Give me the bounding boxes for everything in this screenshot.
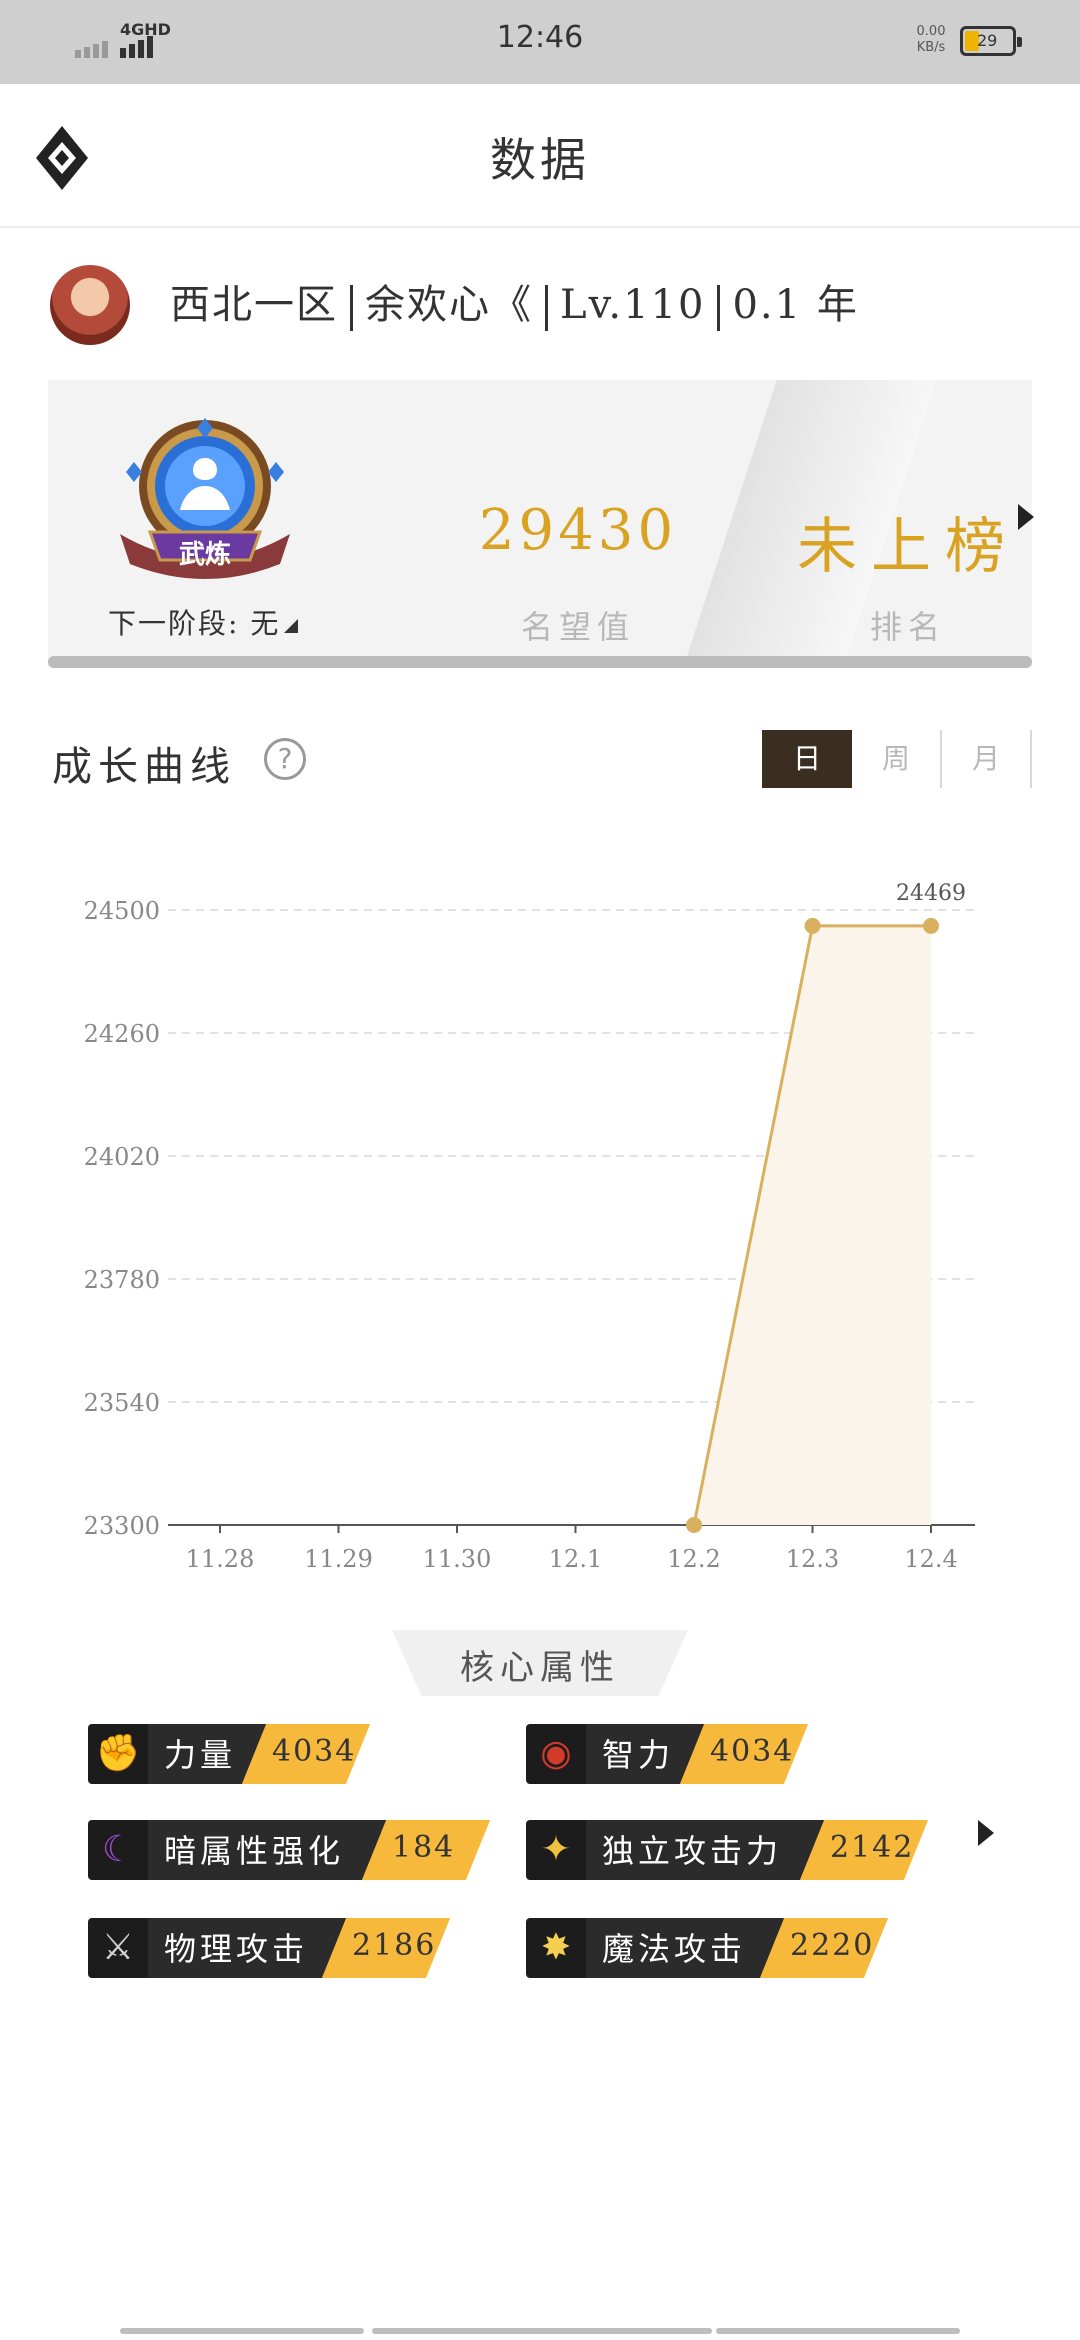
character-level: Lv.110 [560,282,706,328]
server-name: 西北一区 [170,282,338,328]
data-label: 24469 [896,881,966,906]
status-bar: 4GHD 12:46 0.00 KB/s 29 [0,0,1080,84]
y-tick-label: 24260 [84,1020,160,1048]
x-tick-label: 12.4 [904,1545,957,1573]
fame-label: 名望值 [520,608,635,646]
speed-value: 0.00 [916,24,946,39]
battery-level: 29 [977,31,998,50]
tab-week[interactable]: 周 [852,730,942,788]
attribute-value: 4034 [710,1734,795,1769]
battery-icon: 29 [960,26,1022,56]
attribute-item: ✊ 力量 4034 [88,1724,378,1784]
y-tick-label: 23540 [84,1389,160,1417]
x-tick-label: 11.29 [304,1545,373,1573]
attribute-value: 2220 [790,1928,875,1963]
page-title: 数据 [490,133,590,187]
badge-text: 武炼 [178,540,231,570]
attribute-item: ◉ 智力 4034 [526,1724,816,1784]
y-tick-label: 23780 [84,1266,160,1294]
home-indicator [120,2328,364,2334]
home-indicator [372,2328,712,2334]
attribute-name: 魔法攻击 [602,1930,747,1968]
star-burst-icon: ✸ [526,1918,586,1978]
fame-value: 29430 [478,498,678,563]
next-stage: 下一阶段: 无 [108,602,299,642]
app-header: 数据 [0,84,1080,228]
tab-day[interactable]: 日 [762,730,852,788]
y-tick-label: 23300 [84,1512,160,1540]
x-tick-label: 11.30 [423,1545,492,1573]
attribute-value: 184 [392,1830,456,1865]
character-name: 余欢心《 [365,282,533,328]
next-stage-text: 下一阶段: 无 [108,607,281,640]
attribute-name: 力量 [164,1736,237,1774]
sword-icon: ⚔ [88,1918,148,1978]
chevron-right-icon[interactable] [1018,504,1034,530]
sword-sparkle-icon: ✦ [526,1820,586,1880]
y-tick-label: 24500 [84,897,160,925]
attribute-name: 物理攻击 [164,1930,309,1968]
eye-icon: ◉ [526,1724,586,1784]
attribute-item: ✸ 魔法攻击 2220 [526,1918,896,1978]
period-tabs: 日 周 月 [762,730,1032,788]
attribute-item: ⚔ 物理攻击 2186 [88,1918,458,1978]
x-tick-label: 12.1 [549,1545,602,1573]
scythe-icon: ☾ [88,1820,148,1880]
tab-month[interactable]: 月 [942,730,1032,788]
data-point [804,917,821,934]
question-icon[interactable]: ? [264,738,306,780]
growth-title: 成长曲线 [52,744,236,790]
rank-label: 排名 [869,608,946,646]
profile-info: 西北一区 余欢心《 Lv.110 0.1 年 [170,272,859,331]
attribute-name: 智力 [602,1736,675,1774]
corner-icon [284,619,299,633]
rank-card[interactable]: 武炼 下一阶段: 无 29430 名望值 未上榜 排名 [48,380,1032,668]
data-point [923,917,939,934]
home-indicator [716,2328,960,2334]
x-tick-label: 11.28 [186,1545,255,1573]
chevron-right-icon[interactable] [978,1820,994,1846]
account-age: 0.1 年 [732,282,859,328]
core-attributes-header: 核心属性 [392,1630,688,1696]
x-tick-label: 12.2 [667,1545,720,1573]
attribute-item: ☾ 暗属性强化 184 [88,1820,498,1880]
x-tick-label: 12.3 [786,1545,839,1573]
data-point [686,1517,702,1533]
core-attributes-title: 核心属性 [460,1648,620,1688]
fist-icon: ✊ [88,1724,148,1784]
series-area [694,925,931,1525]
attribute-name: 独立攻击力 [602,1832,783,1870]
attribute-item: ✦ 独立攻击力 2142 [526,1820,936,1880]
speed-unit: KB/s [916,40,946,55]
growth-chart: 23300 23540 23780 24020 24260 24500 11.28 11.29… [84,881,975,1573]
attribute-value: 4034 [272,1734,357,1769]
rank-value: 未上榜 [797,512,1019,582]
avatar[interactable] [50,265,130,345]
attribute-name: 暗属性强化 [164,1832,345,1870]
attribute-value: 2142 [830,1830,915,1865]
network-speed: 0.00 KB/s [905,24,957,56]
attribute-value: 2186 [352,1928,437,1963]
y-tick-label: 24020 [84,1143,160,1171]
